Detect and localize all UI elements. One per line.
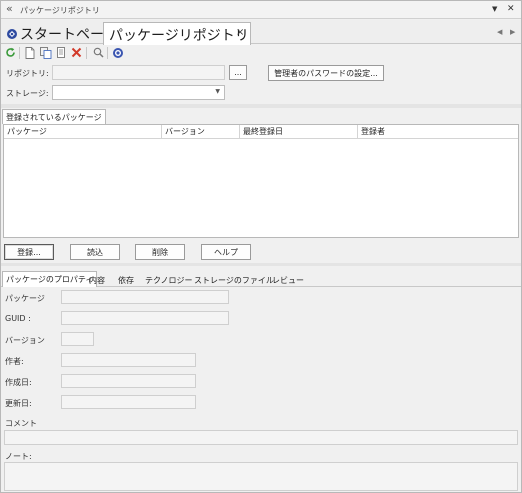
created-date-label: 作成日: bbox=[5, 378, 32, 387]
double-chevron-left-icon[interactable]: « bbox=[6, 2, 13, 15]
chevron-down-icon: ▼ bbox=[215, 88, 220, 95]
panel-title: パッケージリポジトリ bbox=[20, 6, 100, 15]
author-field[interactable] bbox=[61, 353, 196, 367]
storage-label: ストレージ: bbox=[6, 89, 49, 98]
updated-date-field[interactable] bbox=[61, 395, 196, 409]
tab-technologies[interactable]: テクノロジー bbox=[145, 275, 193, 286]
help-button[interactable]: ヘルプ bbox=[201, 244, 251, 260]
note-field[interactable] bbox=[4, 462, 518, 491]
column-header-registered-by[interactable]: 登録者 bbox=[358, 125, 518, 139]
browse-button[interactable]: ... bbox=[229, 65, 247, 80]
delete-icon[interactable] bbox=[69, 45, 83, 60]
toolbar bbox=[1, 45, 521, 62]
delete-button[interactable]: 削除 bbox=[135, 244, 185, 260]
new-icon[interactable] bbox=[23, 45, 37, 60]
copy-icon[interactable] bbox=[39, 45, 53, 60]
storage-select[interactable]: ▼ bbox=[52, 85, 225, 100]
guid-field[interactable] bbox=[61, 311, 229, 325]
close-icon[interactable]: × bbox=[236, 27, 244, 38]
note-label: ノート: bbox=[5, 452, 32, 461]
load-button[interactable]: 読込 bbox=[70, 244, 120, 260]
start-page-icon bbox=[6, 28, 18, 40]
created-date-field[interactable] bbox=[61, 374, 196, 388]
search-icon[interactable] bbox=[91, 45, 105, 60]
toolbar-separator bbox=[86, 47, 87, 59]
updated-date-label: 更新日: bbox=[5, 399, 32, 408]
column-header-last-registered[interactable]: 最終登録日 bbox=[240, 125, 358, 139]
panel-title-bar: « パッケージリポジトリ ▼ ✕ bbox=[1, 1, 521, 19]
toolbar-separator bbox=[107, 47, 108, 59]
registered-packages-table[interactable]: パッケージ バージョン 最終登録日 登録者 bbox=[3, 124, 519, 238]
edit-icon[interactable] bbox=[55, 45, 69, 60]
column-header-version[interactable]: バージョン bbox=[162, 125, 240, 139]
author-label: 作者: bbox=[5, 357, 24, 366]
repository-label: リポジトリ: bbox=[6, 69, 49, 78]
package-field[interactable] bbox=[61, 290, 229, 304]
refresh-icon[interactable] bbox=[3, 45, 17, 60]
version-field[interactable] bbox=[61, 332, 94, 346]
tab-storage-files[interactable]: ストレージのファイル bbox=[194, 275, 274, 286]
guid-label: GUID : bbox=[5, 314, 31, 323]
comment-field[interactable] bbox=[4, 430, 518, 445]
tab-package-repository[interactable]: パッケージリポジトリ × bbox=[103, 22, 251, 45]
comment-label: コメント bbox=[5, 419, 37, 428]
tab-scroll-left-icon[interactable]: ◀ bbox=[497, 28, 502, 36]
package-label: パッケージ bbox=[5, 294, 45, 303]
repository-field[interactable] bbox=[52, 65, 225, 80]
tab-scroll-right-icon[interactable]: ▶ bbox=[510, 28, 515, 36]
tab-contents[interactable]: 内容 bbox=[89, 275, 105, 286]
toolbar-separator bbox=[19, 47, 20, 59]
tab-registered-packages[interactable]: 登録されているパッケージ bbox=[2, 109, 106, 124]
pin-icon[interactable]: ✕ bbox=[507, 4, 515, 14]
section-divider bbox=[1, 263, 521, 266]
table-header: パッケージ バージョン 最終登録日 登録者 bbox=[4, 125, 518, 139]
column-header-package[interactable]: パッケージ bbox=[4, 125, 162, 139]
tab-package-repository-label: パッケージリポジトリ bbox=[109, 28, 249, 44]
register-button[interactable]: 登録... bbox=[4, 244, 54, 260]
tab-dependencies[interactable]: 依存 bbox=[118, 275, 134, 286]
section-divider bbox=[1, 104, 521, 108]
dropdown-arrow-icon[interactable]: ▼ bbox=[492, 5, 497, 13]
version-label: バージョン bbox=[5, 336, 45, 345]
settings-icon[interactable] bbox=[111, 45, 125, 60]
set-admin-password-button[interactable]: 管理者のパスワードの設定... bbox=[268, 65, 384, 81]
tab-package-properties[interactable]: パッケージのプロパティ bbox=[2, 271, 98, 287]
tab-reviews[interactable]: レビュー bbox=[272, 275, 304, 286]
